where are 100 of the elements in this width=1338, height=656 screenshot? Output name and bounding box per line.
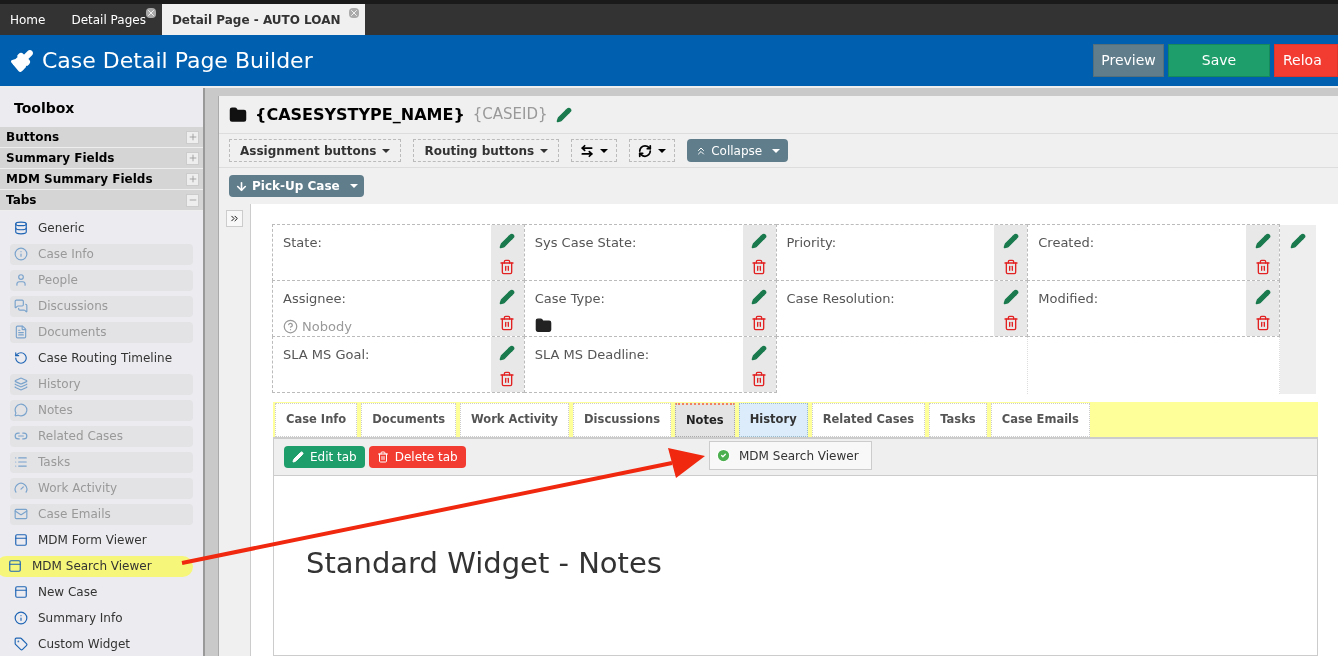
section-header[interactable]: Summary Fields <box>0 148 203 169</box>
widget-tab[interactable]: Case Info <box>275 403 358 437</box>
edit-field-icon[interactable] <box>751 289 767 305</box>
case-id: {CASEID} <box>472 104 548 126</box>
widget-tab[interactable]: Documents <box>361 403 456 437</box>
delete-tab-button[interactable]: Delete tab <box>368 446 466 468</box>
database-icon <box>14 221 28 235</box>
widget-tab[interactable]: Notes <box>675 403 735 437</box>
question-icon <box>283 318 298 334</box>
double-chevron-right-icon <box>229 213 240 224</box>
envelope-icon <box>14 507 28 521</box>
info-icon <box>14 247 28 261</box>
section-header[interactable]: Tabs <box>0 190 203 211</box>
width-toggle-button[interactable] <box>571 139 618 162</box>
tag-icon <box>14 637 28 651</box>
delete-field-icon[interactable] <box>751 259 767 275</box>
arrow-down-icon <box>235 179 248 193</box>
document-icon <box>14 325 28 339</box>
field-label: Modified: <box>1038 290 1100 308</box>
toolbox-item[interactable]: New Case <box>10 581 193 603</box>
delete-field-icon[interactable] <box>1254 259 1271 275</box>
stack-icon <box>14 377 28 391</box>
refresh-button[interactable] <box>629 139 676 162</box>
delete-field-icon[interactable] <box>1002 259 1019 275</box>
folder-icon <box>229 105 247 124</box>
window-icon <box>14 585 28 599</box>
dropdown-button[interactable]: Assignment buttons <box>229 139 402 162</box>
list-icon <box>14 455 28 469</box>
dropdown-button[interactable]: Routing buttons <box>413 139 560 162</box>
gauge-icon <box>14 481 28 495</box>
caret-icon <box>772 148 781 153</box>
edit-field-icon[interactable] <box>1002 289 1019 305</box>
link-icon <box>14 429 28 443</box>
edit-field-icon[interactable] <box>1002 233 1019 249</box>
reload-button[interactable]: Reloa <box>1274 44 1338 77</box>
toolbox-item[interactable]: MDM Form Viewer <box>10 529 193 551</box>
edit-field-icon[interactable] <box>499 345 516 361</box>
field-label: Case Type: <box>534 290 606 308</box>
paintbrush-icon <box>10 48 34 73</box>
widget-tab[interactable]: Tasks <box>929 403 987 437</box>
edit-field-icon[interactable] <box>499 289 516 305</box>
caret-icon <box>658 148 667 153</box>
toolbox-item[interactable]: Custom Widget <box>10 633 193 655</box>
caret-icon <box>349 184 358 188</box>
case-type-title: {CASESYSTYPE_NAME} <box>255 103 465 126</box>
section-header[interactable]: MDM Summary Fields <box>0 169 203 190</box>
page-title: Case Detail Page Builder <box>42 47 313 75</box>
expand-panel-button[interactable] <box>226 210 243 227</box>
widget-title: Standard Widget - Notes <box>306 546 662 580</box>
window-icon <box>14 533 28 547</box>
widget-tab[interactable]: Case Emails <box>990 403 1090 437</box>
pencil-icon <box>292 451 304 463</box>
field-label: Created: <box>1038 234 1096 252</box>
speech-bubble-icon <box>14 403 28 417</box>
history-clock-icon <box>14 351 28 365</box>
person-icon <box>14 273 28 287</box>
section-header[interactable]: Buttons <box>0 127 203 148</box>
field-label: SLA MS Deadline: <box>534 346 651 364</box>
widget-tab[interactable]: Discussions <box>573 403 671 437</box>
delete-field-icon[interactable] <box>751 371 767 387</box>
app-tab[interactable]: Detail Page - AUTO LOAN <box>161 4 365 35</box>
caret-icon <box>540 148 549 153</box>
field-value: Nobody <box>302 317 352 336</box>
window-icon <box>8 559 22 573</box>
field-label: State: <box>283 234 323 252</box>
delete-field-icon[interactable] <box>499 259 516 275</box>
check-circle-icon <box>716 448 731 463</box>
field-label: Case Resolution: <box>786 290 896 308</box>
delete-field-icon[interactable] <box>499 315 516 331</box>
delete-field-icon[interactable] <box>499 371 516 387</box>
app-tab[interactable]: Detail Pages <box>61 4 162 35</box>
edit-field-icon[interactable] <box>1254 289 1271 305</box>
collapse-button[interactable]: Collapse <box>687 139 789 162</box>
close-icon[interactable] <box>145 8 156 18</box>
edit-field-icon[interactable] <box>1254 233 1271 249</box>
delete-field-icon[interactable] <box>751 315 767 331</box>
chat-bubbles-icon <box>14 299 28 313</box>
delete-field-icon[interactable] <box>1254 315 1271 331</box>
pick-up-case-button[interactable]: Pick-Up Case <box>229 175 364 197</box>
widget-tab[interactable]: Related Cases <box>811 403 926 437</box>
toolbox-item[interactable]: MDM Search Viewer <box>0 555 193 577</box>
toolbox-item[interactable]: Generic <box>10 217 193 239</box>
refresh-icon <box>638 143 653 158</box>
trash-icon <box>376 451 389 463</box>
edit-field-icon[interactable] <box>751 233 767 249</box>
toolbox-item[interactable]: Summary Info <box>10 607 193 629</box>
widget-tab[interactable]: History <box>738 403 808 437</box>
horizontal-arrows-icon <box>580 143 595 158</box>
app-tab[interactable]: Home <box>0 4 62 35</box>
delete-field-icon[interactable] <box>1002 315 1019 331</box>
edit-row-icon[interactable] <box>1290 233 1306 249</box>
edit-field-icon[interactable] <box>751 345 767 361</box>
preview-button[interactable]: Preview <box>1093 44 1164 77</box>
field-label: Assignee: <box>283 290 347 308</box>
edit-pencil-icon[interactable] <box>555 106 572 123</box>
toolbox-item[interactable]: Case Routing Timeline <box>10 347 193 369</box>
info-icon <box>14 611 28 625</box>
folder-icon <box>534 316 552 334</box>
edit-field-icon[interactable] <box>499 233 516 249</box>
widget-tab[interactable]: Work Activity <box>460 403 570 437</box>
